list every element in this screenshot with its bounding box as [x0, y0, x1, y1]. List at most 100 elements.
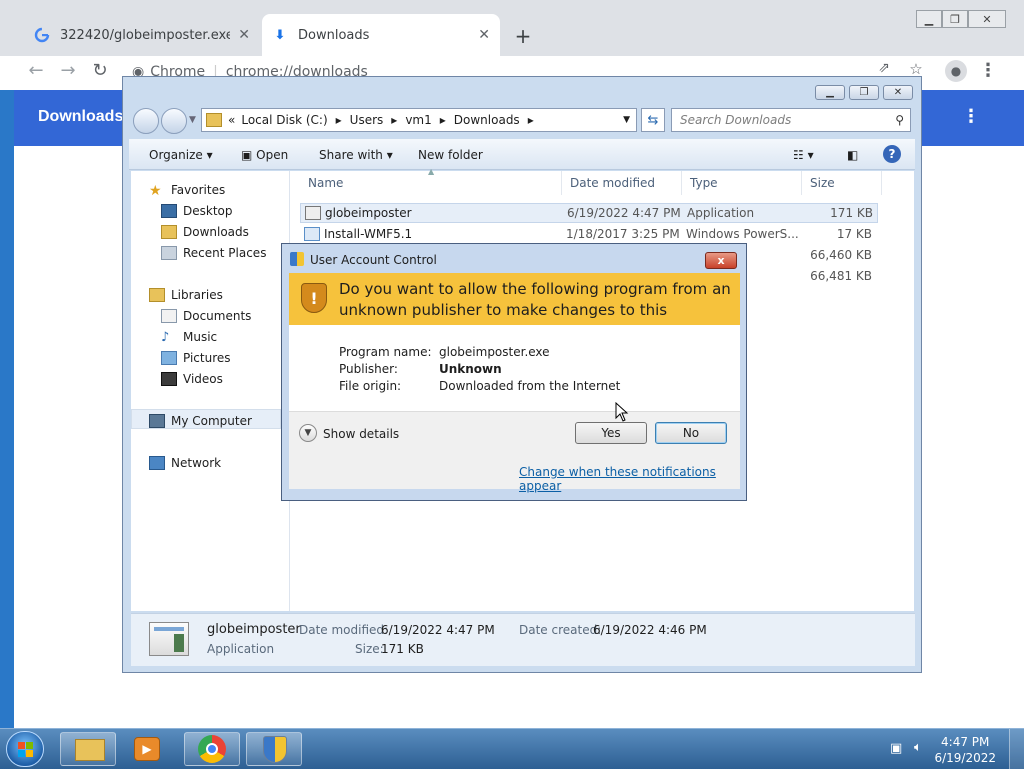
share-with-button[interactable]: Share with ▾ [319, 148, 393, 162]
explorer-minimize-button[interactable]: ▁ [815, 85, 845, 100]
videos-icon [161, 372, 177, 386]
taskbar-explorer-button[interactable] [60, 732, 116, 766]
explorer-titlebar [123, 77, 921, 105]
chevron-down-icon[interactable]: ▼ [299, 424, 317, 442]
breadcrumb-users[interactable]: Users [350, 113, 384, 127]
nav-network[interactable]: Network [149, 456, 221, 470]
breadcrumb-downloads[interactable]: Downloads [454, 113, 520, 127]
file-name: globeimposter [325, 206, 412, 220]
address-dropdown-icon[interactable]: ▼ [623, 115, 630, 125]
uac-close-button[interactable]: x [705, 252, 737, 269]
show-details-toggle[interactable]: Show details [323, 427, 399, 441]
application-icon [305, 206, 321, 220]
search-placeholder: Search Downloads [680, 113, 792, 127]
file-origin-value: Downloaded from the Internet [439, 379, 621, 393]
nav-libraries[interactable]: Libraries [149, 288, 223, 302]
address-bar[interactable]: « Local Disk (C:) ▸ Users ▸ vm1 ▸ Downloads… [201, 108, 637, 132]
nav-music[interactable]: ♪ Music [161, 330, 217, 345]
recent-places-icon [161, 246, 177, 260]
nav-pictures[interactable]: Pictures [161, 351, 231, 365]
nav-downloads[interactable]: Downloads [161, 225, 249, 239]
close-tab-icon[interactable]: ✕ [478, 27, 490, 43]
close-tab-icon[interactable]: ✕ [238, 27, 250, 43]
taskbar-chrome-button[interactable] [184, 732, 240, 766]
uac-footer: ▼ Show details Yes No Change when these … [289, 411, 740, 493]
nav-videos[interactable]: Videos [161, 372, 223, 386]
change-notifications-link[interactable]: Change when these notifications appear [519, 465, 740, 493]
recent-pages-chevron-icon[interactable]: ▼ [189, 115, 196, 125]
explorer-close-button[interactable]: ✕ [883, 85, 913, 100]
navigation-pane: ★ Favorites Desktop Downloads Recent Plac… [131, 171, 289, 611]
uac-warning-banner: ! Do you want to allow the following pro… [289, 273, 740, 340]
search-icon: ⚲ [895, 113, 904, 127]
nav-documents[interactable]: Documents [161, 309, 251, 323]
network-tray-icon[interactable]: ▣ [890, 741, 902, 756]
column-header-date[interactable]: Date modified [562, 171, 682, 195]
preview-pane-icon[interactable]: ◧ [847, 148, 858, 162]
folder-icon [75, 739, 105, 761]
chrome-menu-icon[interactable]: ⋮ [976, 60, 1000, 81]
help-icon[interactable]: ? [883, 145, 901, 163]
program-name-value: globeimposter.exe [439, 345, 550, 359]
new-folder-button[interactable]: New folder [418, 148, 483, 162]
maximize-button[interactable]: ❐ [942, 10, 968, 28]
details-file-kind: Application [207, 642, 275, 656]
search-input[interactable]: Search Downloads ⚲ [671, 108, 911, 132]
taskbar-uac-button[interactable] [246, 732, 302, 766]
file-origin-label: File origin: [339, 379, 402, 393]
column-header-type[interactable]: Type [682, 171, 802, 195]
taskbar-clock[interactable]: 4:47 PM 6/19/2022 [934, 734, 996, 766]
close-window-button[interactable]: ✕ [968, 10, 1006, 28]
details-file-name: globeimposter [207, 622, 301, 637]
minimize-button[interactable]: ▁ [916, 10, 942, 28]
nav-recent-places[interactable]: Recent Places [161, 246, 266, 260]
tab-downloads[interactable]: ⬇ Downloads ✕ [262, 14, 500, 56]
nav-favorites[interactable]: ★ Favorites [149, 183, 225, 199]
back-icon[interactable]: ← [24, 60, 48, 81]
nav-my-computer[interactable]: My Computer [149, 414, 252, 428]
details-date-created-label: Date created: [519, 623, 602, 637]
organize-button[interactable]: Organize ▾ [149, 148, 213, 162]
back-button[interactable] [133, 108, 159, 134]
downloads-folder-icon [161, 225, 177, 239]
volume-icon[interactable]: 🔈︎ [914, 740, 922, 755]
column-header-size[interactable]: Size [802, 171, 882, 195]
downloads-menu-icon[interactable]: ⋮ [962, 106, 980, 127]
publisher-label: Publisher: [339, 362, 398, 376]
uac-shield-icon [290, 252, 304, 266]
clock-time: 4:47 PM [941, 735, 990, 749]
yes-button[interactable]: Yes [575, 422, 647, 444]
profile-avatar-icon[interactable]: ● [945, 60, 967, 82]
media-player-icon[interactable]: ▶ [134, 737, 160, 761]
forward-icon[interactable]: → [56, 60, 80, 81]
forward-button[interactable] [161, 108, 187, 134]
open-button[interactable]: ▣ Open [241, 148, 288, 162]
sort-arrow-icon: ▲ [428, 167, 435, 176]
computer-icon [149, 414, 165, 428]
uac-dialog: User Account Control x ! Do you want to … [281, 243, 747, 501]
nav-desktop[interactable]: Desktop [161, 204, 233, 218]
file-size: 66,481 KB [810, 269, 872, 283]
file-row[interactable]: globeimposter 6/19/2022 4:47 PM Applicat… [300, 203, 878, 223]
file-row[interactable]: Install-WMF5.1 1/18/2017 3:25 PM Windows… [300, 224, 878, 244]
chrome-left-strip [0, 90, 14, 728]
share-icon[interactable]: ⇗ [872, 60, 896, 76]
no-button[interactable]: No [655, 422, 727, 444]
uac-info: Program name: globeimposter.exe Publishe… [289, 325, 740, 411]
details-pane: globeimposter Application Date modified:… [131, 613, 915, 666]
breadcrumb-vm1[interactable]: vm1 [405, 113, 431, 127]
start-button[interactable] [6, 731, 44, 767]
explorer-maximize-button[interactable]: ❐ [849, 85, 879, 100]
new-tab-button[interactable]: + [512, 24, 534, 48]
file-type: Application [687, 206, 755, 220]
clock-date: 6/19/2022 [934, 751, 996, 765]
show-desktop-button[interactable] [1009, 729, 1024, 769]
view-options-icon[interactable]: ☷ ▾ [793, 148, 814, 162]
file-date: 6/19/2022 4:47 PM [567, 206, 681, 220]
tab-label: 322420/globeimposter.exe - Goo [60, 27, 231, 43]
refresh-icon[interactable]: ⇆ [641, 108, 665, 132]
downloads-page-title: Downloads [38, 108, 124, 125]
reload-icon[interactable]: ↻ [88, 60, 112, 81]
tab-globeimposter[interactable]: 322420/globeimposter.exe - Goo ✕ [24, 14, 260, 56]
breadcrumb-local-disk[interactable]: Local Disk (C:) [241, 113, 327, 127]
